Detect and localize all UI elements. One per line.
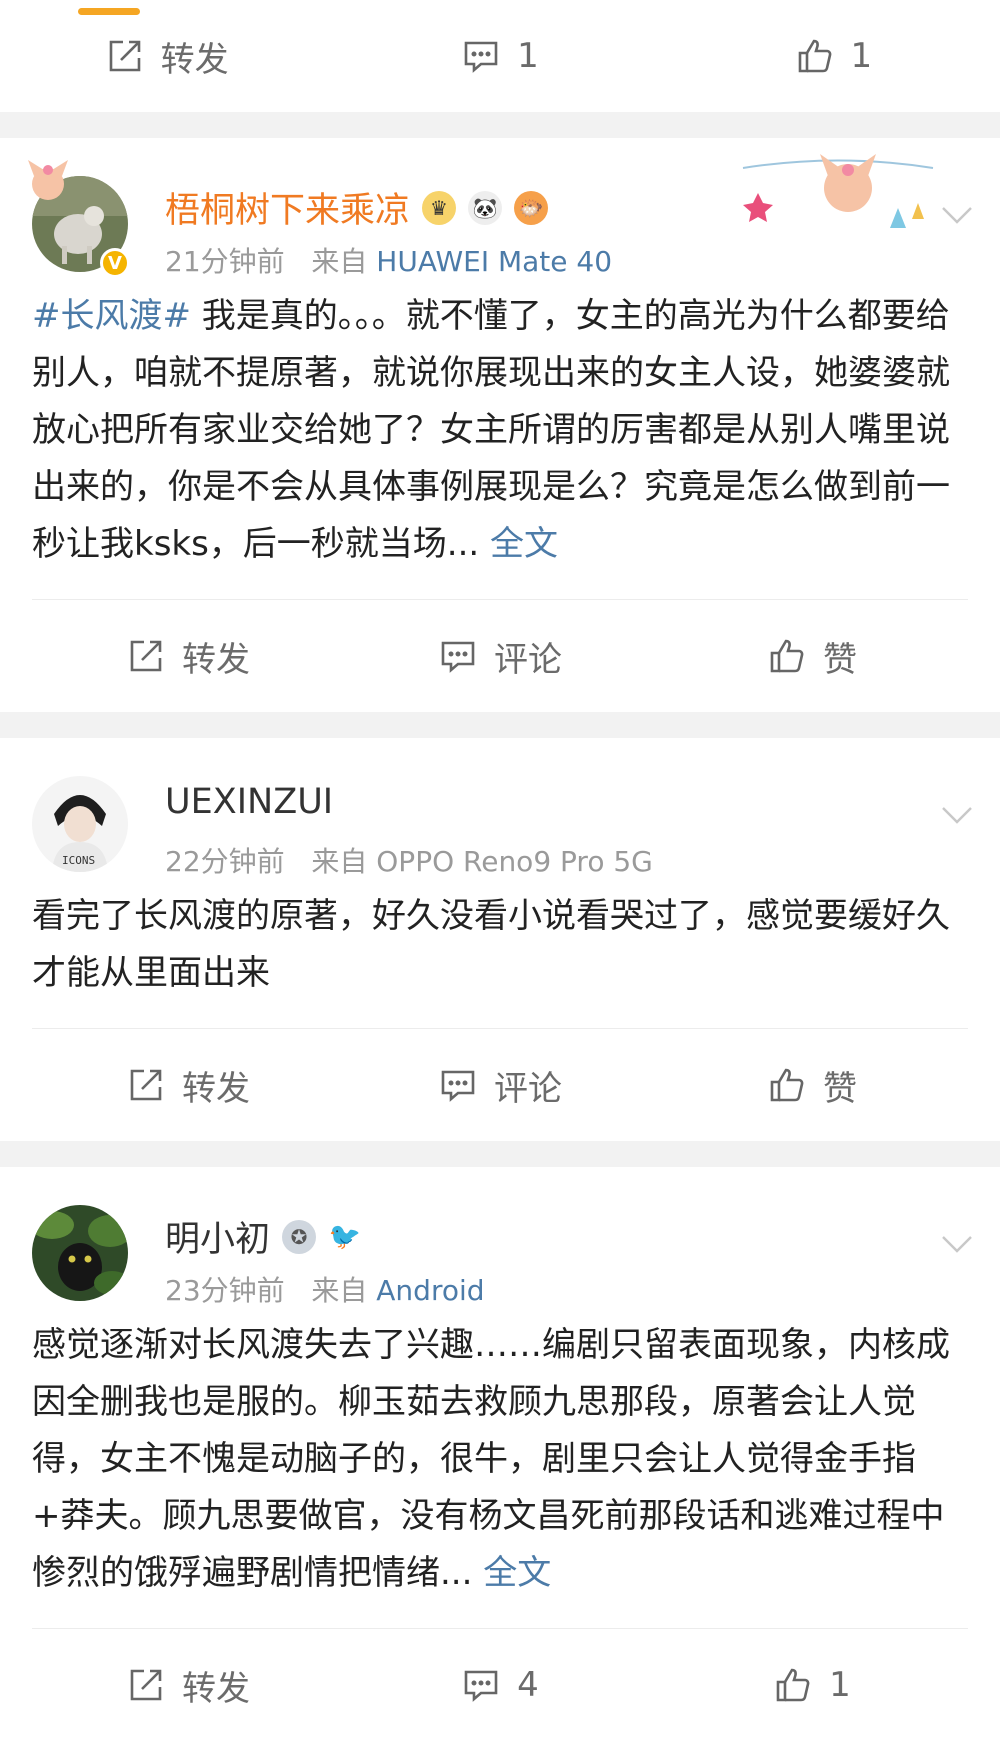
action-bar: 转发 4 1 bbox=[32, 1628, 968, 1741]
thumbs-up-icon bbox=[776, 1668, 810, 1702]
username[interactable]: 明小初 bbox=[165, 1211, 270, 1262]
repost-button[interactable]: 转发 bbox=[0, 32, 333, 81]
comment-icon bbox=[464, 1670, 498, 1702]
like-button[interactable]: 1 bbox=[667, 36, 1000, 76]
repost-icon bbox=[130, 1669, 162, 1701]
repost-button[interactable]: 转发 bbox=[32, 1061, 344, 1110]
svg-text:ICONS: ICONS bbox=[62, 854, 95, 867]
like-button[interactable]: 赞 bbox=[656, 632, 968, 681]
repost-icon bbox=[130, 1069, 162, 1101]
comment-icon bbox=[441, 641, 475, 673]
like-button[interactable]: 赞 bbox=[656, 1061, 968, 1110]
active-indicator bbox=[78, 8, 140, 15]
action-bar: 转发 评论 赞 bbox=[32, 599, 968, 712]
avatar[interactable]: ICONS bbox=[32, 776, 128, 872]
chevron-down-icon[interactable] bbox=[938, 196, 976, 234]
avatar[interactable] bbox=[32, 1205, 128, 1301]
username[interactable]: 梧桐树下来乘凉 bbox=[165, 182, 410, 233]
repost-button[interactable]: 转发 bbox=[32, 1661, 344, 1710]
chevron-down-icon[interactable] bbox=[938, 796, 976, 834]
crown-icon: ♛ bbox=[422, 190, 457, 225]
post-card: V 梧桐树下来乘凉 ♛ 🐼 🐡 21分钟前 来自 HUAWEI Mate 40 … bbox=[0, 138, 1000, 712]
read-more-link[interactable]: 全文 bbox=[479, 524, 558, 564]
like-button[interactable]: 1 bbox=[656, 1665, 968, 1705]
thumbs-up-icon bbox=[798, 39, 831, 73]
medal-icon: ✪ bbox=[282, 1219, 317, 1254]
hashtag-link[interactable]: #长风渡# bbox=[32, 296, 191, 336]
comment-button[interactable]: 评论 bbox=[344, 632, 656, 681]
post-text: #长风渡# 我是真的。。。就不懂了，女主的高光为什么都要给别人，咱就不提原著，就… bbox=[32, 296, 950, 564]
device-source: Android bbox=[376, 1274, 485, 1307]
comment-button[interactable]: 4 bbox=[344, 1665, 656, 1705]
lina-bell-avatar-decoration bbox=[28, 160, 68, 200]
username[interactable]: UEXINZUI bbox=[165, 782, 333, 822]
thumbs-up-icon bbox=[770, 1068, 804, 1102]
device-source: HUAWEI Mate 40 bbox=[376, 245, 613, 278]
repost-icon bbox=[109, 40, 140, 72]
chevron-down-icon[interactable] bbox=[938, 1225, 976, 1263]
post-meta: 22分钟前 来自 OPPO Reno9 Pro 5G bbox=[165, 845, 653, 878]
post-card: 明小初 ✪ 🐦 23分钟前 来自 Android 感觉逐渐对长风渡失去了兴趣……… bbox=[0, 1167, 1000, 1741]
card-decoration bbox=[742, 154, 934, 228]
post-card: ICONS UEXINZUI 22分钟前 来自 OPPO Reno9 Pro 5… bbox=[0, 738, 1000, 1141]
read-more-link[interactable]: 全文 bbox=[472, 1553, 551, 1593]
post-text: 看完了长风渡的原著，好久没看小说看哭过了，感觉要缓好久才能从里面出来 bbox=[32, 896, 950, 993]
comment-button[interactable]: 1 bbox=[333, 36, 666, 76]
previous-post-footer: 转发 1 1 bbox=[0, 0, 1000, 112]
action-bar: 转发 评论 赞 bbox=[32, 1028, 968, 1141]
repost-icon bbox=[130, 640, 162, 672]
action-bar: 转发 1 1 bbox=[0, 0, 1000, 112]
thumbs-up-icon bbox=[770, 639, 804, 673]
panda-icon: 🐼 bbox=[468, 190, 503, 225]
comment-icon bbox=[464, 41, 498, 73]
bird-icon: 🐦 bbox=[328, 1219, 363, 1254]
verified-badge-icon: V bbox=[100, 248, 130, 278]
comment-button[interactable]: 评论 bbox=[344, 1061, 656, 1110]
post-text: 感觉逐渐对长风渡失去了兴趣……编剧只留表面现象，内核成因全删我也是服的。柳玉茹去… bbox=[32, 1325, 950, 1593]
repost-button[interactable]: 转发 bbox=[32, 632, 344, 681]
comment-icon bbox=[441, 1070, 475, 1102]
post-meta: 23分钟前 来自 Android bbox=[165, 1274, 485, 1307]
fish-icon: 🐡 bbox=[514, 190, 549, 225]
post-meta: 21分钟前 来自 HUAWEI Mate 40 bbox=[165, 245, 613, 278]
